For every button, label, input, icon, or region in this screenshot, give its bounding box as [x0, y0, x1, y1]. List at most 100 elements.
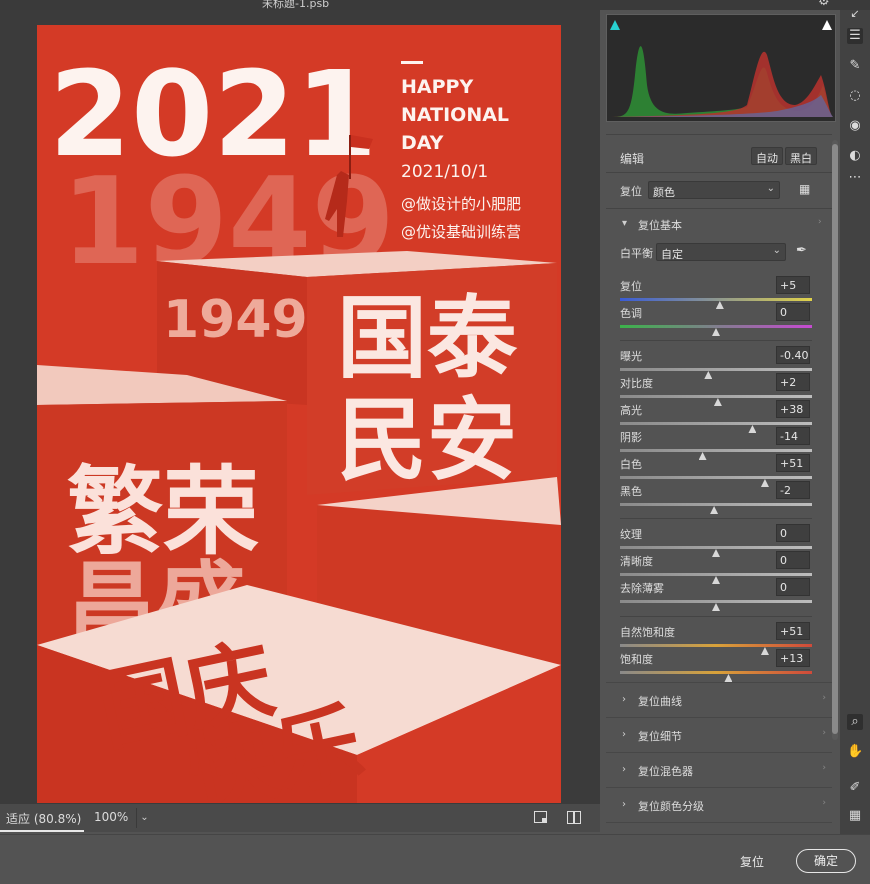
- profile-browser-icon[interactable]: ▦: [799, 182, 810, 196]
- poster-greeting-1: HAPPY: [401, 76, 473, 98]
- document-title: 未标题-1.psb: [262, 0, 330, 10]
- panel-scrollbar[interactable]: [832, 140, 838, 740]
- wb-select[interactable]: 自定 ⌄: [656, 243, 786, 261]
- heal-icon[interactable]: ✎: [847, 58, 863, 74]
- slider-value-input[interactable]: 0: [776, 551, 810, 569]
- slider-label: 复位: [620, 280, 642, 293]
- slider-label: 高光: [620, 404, 642, 417]
- scrollbar-thumb[interactable]: [832, 144, 838, 734]
- slider-thumb[interactable]: [748, 425, 757, 433]
- slider-label: 黑色: [620, 485, 642, 498]
- slider-value-input[interactable]: 0: [776, 578, 810, 596]
- slider-value-input[interactable]: -14: [776, 427, 810, 445]
- section-row[interactable]: › 复位细节 ›: [606, 717, 832, 751]
- before-after-icon[interactable]: [567, 811, 581, 824]
- slider-thumb[interactable]: [712, 603, 720, 611]
- zoom-fit-button[interactable]: 适应 (80.8%): [0, 804, 84, 832]
- dialog-footer: 复位 确定: [0, 834, 870, 884]
- chevron-right-icon: ›: [622, 799, 626, 810]
- zoom-dropdown-icon[interactable]: ⌄: [136, 808, 152, 828]
- zoom-fit-label: 适应 (80.8%): [6, 812, 82, 826]
- settings-gear-icon[interactable]: ⚙: [818, 0, 830, 9]
- slider-value-input[interactable]: -0.40: [776, 346, 810, 364]
- zoom-icon[interactable]: ⌕: [847, 714, 863, 730]
- more-options-icon[interactable]: ⋯: [847, 170, 863, 186]
- poster-credit-2: @优设基础训练营: [401, 223, 521, 241]
- section-row[interactable]: › 复位曲线 ›: [606, 682, 832, 716]
- slider-track[interactable]: [620, 546, 812, 549]
- section-row[interactable]: › 复位颜色分级 ›: [606, 787, 832, 821]
- slider-thumb[interactable]: [715, 301, 724, 309]
- slider-track[interactable]: [620, 600, 812, 603]
- slider-value-input[interactable]: 0: [776, 303, 810, 321]
- poster-preview: 1949 2021 HAPPY NATIONAL DAY 2021/10/1 @…: [37, 25, 561, 803]
- mask-icon[interactable]: ◌: [847, 88, 863, 104]
- bw-button[interactable]: 黑白: [785, 147, 817, 165]
- edit-label: 编辑: [620, 152, 645, 166]
- preview-toggle-icon[interactable]: [534, 811, 547, 823]
- slider-track[interactable]: [620, 573, 812, 576]
- slider-value-input[interactable]: +2: [776, 373, 810, 391]
- slider-value-input[interactable]: +51: [776, 454, 810, 472]
- edit-sliders-icon[interactable]: ☰: [847, 28, 863, 44]
- poster-greeting-2: NATIONAL: [401, 104, 509, 126]
- slider-value-input[interactable]: -2: [776, 481, 810, 499]
- slider-thumb[interactable]: [698, 452, 707, 460]
- slider-thumb[interactable]: [710, 506, 719, 514]
- hand-icon[interactable]: ✋: [847, 744, 863, 760]
- slider-label: 清晰度: [620, 555, 653, 568]
- slider-thumb[interactable]: [712, 549, 720, 557]
- adjustments-panel: 编辑 自动 黑白 复位 颜色 ⌄ ▦ ▾ 复位基本 › 白平衡 自定 ⌄ ✒ 复…: [600, 10, 840, 834]
- slider-thumb[interactable]: [760, 479, 769, 487]
- slider-track[interactable]: [620, 395, 812, 398]
- slider-thumb[interactable]: [713, 398, 722, 406]
- basic-section-title[interactable]: 复位基本: [638, 217, 682, 233]
- poster-date: 2021/10/1: [401, 162, 488, 182]
- status-bar: 适应 (80.8%) 100% ⌄: [0, 804, 600, 832]
- profile-label: 复位: [620, 185, 642, 198]
- histogram-graph: [611, 46, 833, 118]
- reset-button[interactable]: 复位: [740, 853, 764, 870]
- slider-value-input[interactable]: +51: [776, 622, 810, 640]
- slider-track[interactable]: [620, 503, 812, 506]
- poster-artwork: 1949 2021 HAPPY NATIONAL DAY 2021/10/1 @…: [37, 45, 561, 803]
- image-canvas[interactable]: 1949 2021 HAPPY NATIONAL DAY 2021/10/1 @…: [0, 10, 600, 804]
- collapse-icon[interactable]: ↙: [847, 6, 863, 22]
- slider-track[interactable]: [620, 298, 812, 301]
- slider-thumb[interactable]: [760, 647, 769, 655]
- camera-raw-window: 未标题-1.psb ⚙ 1949 2021 HAPPY NATIONAL DAY: [0, 0, 870, 884]
- section-row[interactable]: ›复位光学›: [606, 822, 832, 834]
- slider-thumb[interactable]: [724, 674, 733, 682]
- slider-track[interactable]: [620, 422, 812, 425]
- slider-track[interactable]: [620, 476, 812, 479]
- slider-track[interactable]: [620, 644, 812, 647]
- slider-value-input[interactable]: +5: [776, 276, 810, 294]
- more-icon: ›: [822, 763, 826, 773]
- slider-track[interactable]: [620, 325, 812, 328]
- zoom-100-button[interactable]: 100%: [94, 810, 128, 824]
- redeye-icon[interactable]: ◉: [847, 118, 863, 134]
- color-sampler-icon[interactable]: ✐: [847, 780, 863, 796]
- slider-thumb[interactable]: [704, 371, 713, 379]
- section-row[interactable]: › 复位混色器 ›: [606, 752, 832, 786]
- slider-thumb[interactable]: [712, 576, 720, 584]
- slider-track[interactable]: [620, 449, 812, 452]
- ok-button[interactable]: 确定: [796, 849, 856, 873]
- slider-track[interactable]: [620, 368, 812, 371]
- slider-value-input[interactable]: +38: [776, 400, 810, 418]
- presets-icon[interactable]: ◐: [847, 148, 863, 164]
- slider-track[interactable]: [620, 671, 812, 674]
- slider-thumb[interactable]: [712, 328, 720, 336]
- eyedropper-icon[interactable]: ✒: [796, 243, 807, 258]
- slider-label: 曝光: [620, 350, 642, 363]
- slider-value-input[interactable]: 0: [776, 524, 810, 542]
- slider-value-input[interactable]: +13: [776, 649, 810, 667]
- flag-pole: [349, 135, 351, 179]
- auto-button[interactable]: 自动: [751, 147, 783, 165]
- chevron-down-icon[interactable]: ▾: [622, 218, 627, 229]
- poster-block-text-2: 民安: [337, 388, 517, 493]
- divider: [620, 518, 812, 519]
- profile-select[interactable]: 颜色 ⌄: [648, 181, 780, 199]
- section-title: 复位混色器: [638, 765, 693, 778]
- grid-icon[interactable]: ▦: [847, 808, 863, 824]
